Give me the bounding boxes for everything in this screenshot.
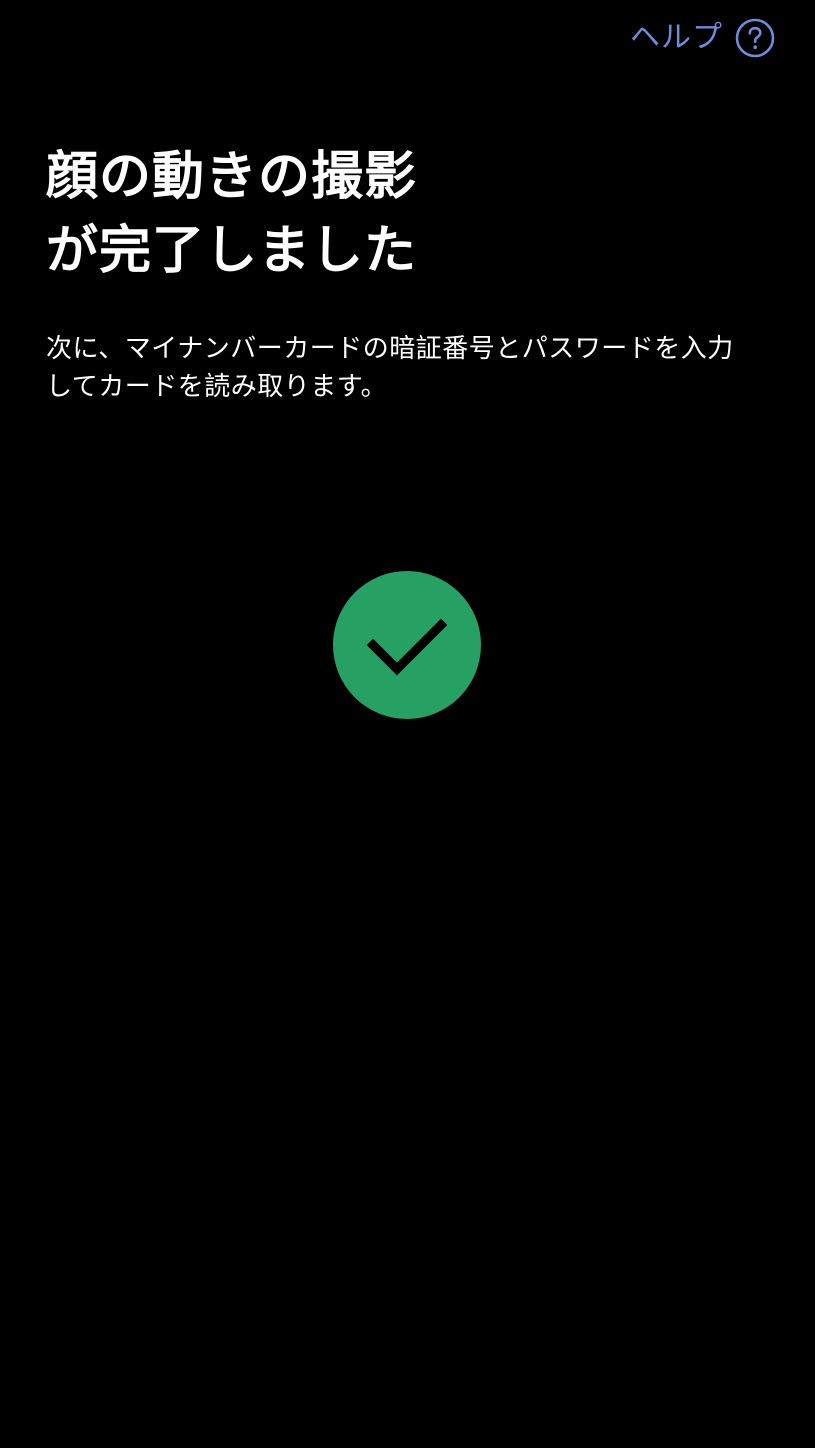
success-badge	[333, 571, 481, 719]
face-capture-complete-screen: ヘルプ 顔の動きの撮影 が完了しました 次に、マイナンバーカードの暗証番号とパス…	[0, 0, 815, 1448]
checkmark-icon	[366, 618, 448, 676]
page-title-line: が完了しました	[46, 221, 418, 281]
question-circle-icon	[735, 18, 775, 58]
help-label: ヘルプ	[630, 20, 723, 55]
page-title-line: 顔の動きの撮影	[46, 147, 418, 207]
instruction-text: 次に、マイナンバーカードの暗証番号とパスワードを入力 してカードを読み取ります。	[46, 330, 786, 406]
page-title: 顔の動きの撮影 が完了しました	[46, 140, 766, 288]
instruction-line: してカードを読み取ります。	[46, 372, 388, 402]
instruction-line: 次に、マイナンバーカードの暗証番号とパスワードを入力	[46, 334, 734, 364]
help-button[interactable]: ヘルプ	[630, 16, 775, 60]
